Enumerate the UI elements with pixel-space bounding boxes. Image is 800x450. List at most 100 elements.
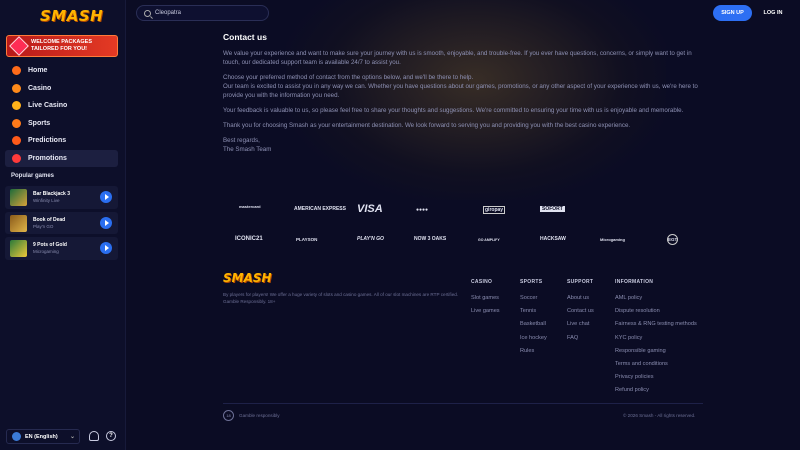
footer-link[interactable]: KYC policy: [615, 335, 697, 341]
game-thumbnail: [10, 214, 27, 232]
sofort-logo: SOFORT: [540, 206, 565, 212]
footer-column-support: SUPPORT About us Contact us Live chat FA…: [567, 279, 594, 348]
popular-games-list: Bar Blackjack 3 Winfinity Live Book of D…: [5, 186, 118, 263]
footer-column-sports: SPORTS Soccer Tennis Basketball Ice hock…: [520, 279, 547, 361]
paragraph: The Smash Team: [223, 146, 272, 153]
bank-logo: ●●●●: [416, 207, 429, 213]
game-card[interactable]: Bar Blackjack 3 Winfinity Live: [5, 186, 118, 209]
game-name: Book of Dead: [33, 216, 66, 223]
3oaks-logo: NOW 3 OAKS: [414, 236, 447, 242]
amex-logo: AMERICAN EXPRESS: [294, 206, 346, 212]
cards-icon: [12, 83, 21, 93]
footer-link[interactable]: Responsible gaming: [615, 348, 697, 354]
gamble-responsibly: 18 Gamble responsibly: [223, 410, 280, 421]
headset-icon[interactable]: [89, 431, 99, 441]
footer-column-information: INFORMATION AML policy Dispute resolutio…: [615, 279, 697, 401]
paragraph: Best regards,: [223, 137, 260, 144]
brand-logo[interactable]: SMASH: [40, 7, 103, 25]
footer-link[interactable]: Ice hockey: [520, 335, 547, 341]
page-title: Contact us: [223, 32, 267, 42]
play-icon[interactable]: [100, 216, 112, 229]
footer-link[interactable]: Terms and conditions: [615, 361, 697, 367]
promo-text: WELCOME PACKAGES TAILORED FOR YOU!: [31, 39, 93, 52]
footer-column-title: SUPPORT: [567, 279, 594, 285]
game-provider: Microgaming: [33, 249, 59, 254]
paragraph: We value your experience and want to mak…: [223, 50, 692, 66]
sidebar-item-label: Sports: [28, 119, 51, 127]
gamble-text: Gamble responsibly: [239, 413, 280, 418]
microgaming-logo: Microgaming: [600, 237, 625, 242]
footer-column-title: CASINO: [471, 279, 493, 285]
game-provider: Play'n GO: [33, 223, 54, 229]
chevron-down-icon: ⌄: [69, 434, 75, 440]
play-icon[interactable]: [100, 191, 112, 203]
egt-logo: EGT: [667, 234, 678, 245]
home-icon: [12, 66, 21, 76]
sidebar-item-casino[interactable]: Casino: [5, 80, 118, 98]
paragraph: Choose your preferred method of contact …: [223, 74, 474, 81]
playngo-logo: PLAY'N GO: [357, 236, 384, 242]
footer-link[interactable]: Tennis: [520, 308, 547, 314]
play-icon[interactable]: [100, 242, 112, 254]
footer-link[interactable]: Slot games: [471, 295, 500, 301]
footer-link[interactable]: Refund policy: [615, 387, 697, 393]
game-card[interactable]: Book of Dead Play'n GO: [5, 211, 118, 234]
sidebar-item-live-casino[interactable]: Live Casino: [5, 97, 118, 115]
game-name: 9 Pots of Gold: [33, 242, 67, 248]
goamplify-logo: GO AMPLIFY: [478, 238, 500, 242]
football-icon: [12, 118, 21, 128]
sidebar-item-home[interactable]: Home: [5, 62, 118, 80]
gem-icon: [9, 36, 29, 56]
footer-link[interactable]: Live games: [471, 308, 500, 314]
sidebar-item-promotions[interactable]: Promotions: [5, 149, 118, 167]
mastercard-logo: mastercard: [239, 204, 261, 209]
footer-link[interactable]: AML policy: [615, 295, 697, 301]
sidebar-item-label: Home: [28, 67, 48, 75]
game-name: Bar Blackjack 3: [33, 191, 70, 197]
footer-logo[interactable]: SMASH: [223, 271, 272, 285]
footer-link[interactable]: Live chat: [567, 321, 594, 327]
footer-link[interactable]: Contact us: [567, 308, 594, 314]
popular-games-title: Popular games: [11, 173, 55, 179]
sidebar: SMASH WELCOME PACKAGES TAILORED FOR YOU!…: [0, 0, 126, 450]
log-in-button[interactable]: LOG IN: [756, 5, 790, 21]
sign-up-button[interactable]: SIGN UP: [713, 5, 752, 21]
footer-link[interactable]: Dispute resolution: [615, 308, 697, 314]
search-icon: [144, 9, 151, 17]
live-icon: [12, 101, 21, 111]
footer-link[interactable]: Fairness & RNG testing methods: [615, 321, 697, 327]
game-card[interactable]: 9 Pots of Gold Microgaming: [5, 237, 118, 260]
footer-divider: [223, 403, 703, 404]
footer-link[interactable]: Rules: [520, 348, 547, 354]
hacksaw-logo: HACKSAW: [540, 236, 566, 242]
globe-icon: [12, 432, 21, 441]
predictions-icon: [12, 136, 21, 146]
sidebar-nav: Home Casino Live Casino Sports Predictio…: [5, 62, 118, 167]
welcome-promo-banner[interactable]: WELCOME PACKAGES TAILORED FOR YOU!: [6, 35, 118, 57]
promotions-icon: [12, 153, 21, 163]
footer-link[interactable]: Basketball: [520, 321, 547, 327]
giropay-logo: giropay: [483, 206, 506, 214]
language-label: EN (English): [25, 433, 58, 440]
search-input[interactable]: Cleopatra: [136, 5, 269, 21]
sidebar-item-sports[interactable]: Sports: [5, 115, 118, 133]
paragraph: Our team is excited to assist you in any…: [223, 83, 698, 99]
footer-description: By players for players! We offer a huge …: [223, 292, 459, 304]
sidebar-item-predictions[interactable]: Predictions: [5, 132, 118, 150]
contact-content: Contact us We value your experience and …: [223, 32, 708, 160]
paragraph: Your feedback is valuable to us, so plea…: [223, 107, 684, 114]
footer-link[interactable]: About us: [567, 295, 594, 301]
sidebar-item-label: Promotions: [28, 154, 67, 162]
footer-link[interactable]: Privacy policies: [615, 374, 697, 380]
footer-column-casino: CASINO Slot games Live games: [471, 279, 500, 321]
search-value: Cleopatra: [155, 10, 182, 16]
footer-column-title: INFORMATION: [615, 279, 654, 285]
help-icon[interactable]: ?: [106, 431, 116, 441]
language-selector[interactable]: EN (English) ⌄: [6, 429, 80, 444]
footer-link[interactable]: Soccer: [520, 295, 547, 301]
sidebar-item-label: Casino: [28, 84, 52, 92]
game-thumbnail: [10, 240, 27, 257]
iconic21-logo: ICONIC21: [235, 236, 263, 242]
footer-link[interactable]: FAQ: [567, 335, 594, 341]
sidebar-item-label: Live Casino: [28, 102, 68, 110]
